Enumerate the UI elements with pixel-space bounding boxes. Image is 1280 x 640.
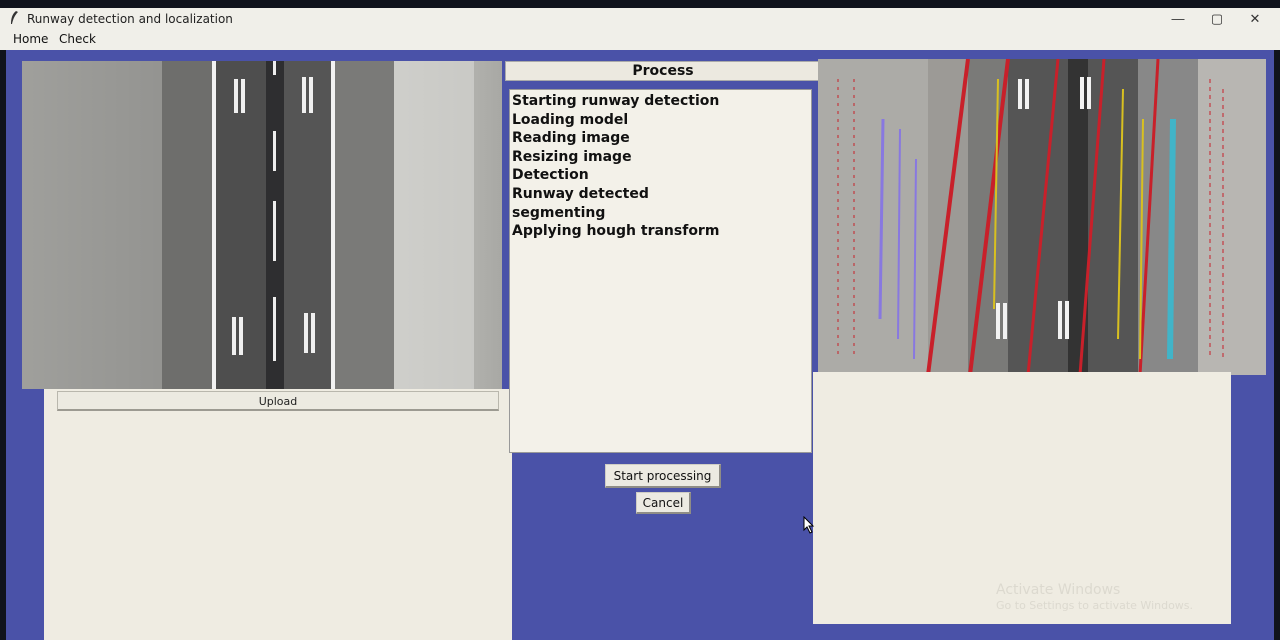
menu-check[interactable]: Check [59,32,96,46]
process-log: Starting runway detection Loading model … [509,89,812,453]
activation-watermark: Activate Windows Go to Settings to activ… [996,582,1193,614]
watermark-title: Activate Windows [996,582,1121,598]
log-line: Detection [512,167,589,184]
log-line: Loading model [512,111,629,128]
runway-photo [22,61,502,389]
start-processing-button[interactable]: Start processing [605,464,721,488]
hough-overlay-photo [818,59,1266,375]
log-line: segmenting [512,204,606,221]
log-line: Starting runway detection [512,93,720,109]
close-button[interactable]: ✕ [1240,10,1270,28]
result-image [818,59,1266,375]
log-line: Runway detected [512,185,649,202]
process-header: Process [505,61,821,81]
feather-icon [11,11,18,24]
mouse-cursor-icon [803,516,815,534]
menu-home[interactable]: Home [13,32,48,46]
log-line: Reading image [512,130,630,147]
input-panel [44,389,512,640]
log-line: Applying hough transform [512,223,720,240]
window-title: Runway detection and localization [27,12,233,26]
cancel-button[interactable]: Cancel [636,492,691,514]
minimize-button[interactable]: — [1163,10,1193,28]
input-runway-image [22,61,502,389]
watermark-subtitle: Go to Settings to activate Windows. [996,599,1194,612]
menu-bar: Home Check [0,30,1280,50]
maximize-button[interactable]: ▢ [1202,10,1232,28]
upload-button[interactable]: Upload [57,391,499,411]
title-bar: Runway detection and localization — ▢ ✕ [0,8,1280,30]
log-line: Resizing image [512,148,632,165]
